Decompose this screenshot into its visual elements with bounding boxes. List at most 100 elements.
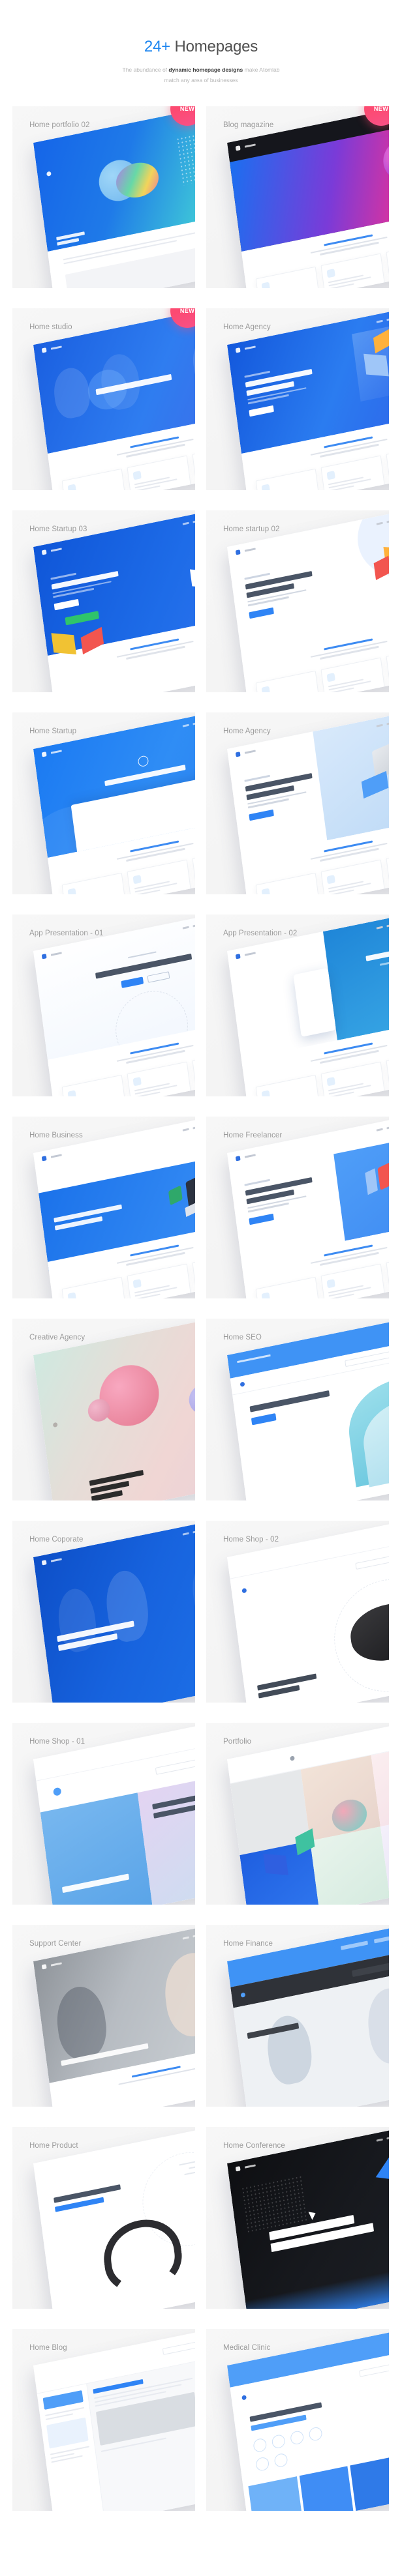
homepage-card-title: App Presentation - 01	[29, 929, 104, 938]
homepage-card-title: Portfolio	[223, 1738, 252, 1746]
mock-logo-text	[244, 952, 256, 956]
preview-browser-mock	[33, 510, 195, 693]
homepage-card[interactable]: Home Product	[12, 2127, 195, 2309]
page-header: 24+ Homepages The abundance of dynamic h…	[0, 0, 402, 85]
homepage-card-title: Creative Agency	[29, 1334, 85, 1342]
homepage-card[interactable]: Portfolio	[206, 1723, 389, 1905]
preview-browser-mock	[227, 1521, 389, 1703]
homepage-card[interactable]: Home Shop - 01	[12, 1723, 195, 1905]
new-badge-label: NEW	[373, 106, 389, 113]
subtitle-part-2: make Atomlab	[243, 66, 280, 73]
mock-logo-icon	[41, 1560, 47, 1566]
homepage-card[interactable]: Home Shop - 02	[206, 1521, 389, 1703]
preview-browser-mock	[33, 1319, 195, 1501]
homepage-card[interactable]: Home SEO	[206, 1319, 389, 1501]
homepage-card-title: Home Product	[29, 2142, 78, 2150]
mock-nav-links	[182, 1521, 195, 1537]
mock-hero-copy	[244, 1171, 316, 1225]
homepage-preview-thumbnail	[227, 1723, 389, 1905]
homepage-card-title: Home Blog	[29, 2344, 67, 2352]
homepage-card[interactable]: Medical Clinic	[206, 2329, 389, 2511]
mock-logo-icon	[235, 347, 241, 353]
homepage-card[interactable]: Home Startup	[12, 712, 195, 895]
homepage-card-title: Home Business	[29, 1132, 83, 1140]
homepage-card-title: Home Startup	[29, 727, 77, 736]
homepage-card[interactable]: Home Startup 03	[12, 510, 195, 693]
homepage-card[interactable]: Home Agency	[206, 712, 389, 895]
page-title: 24+ Homepages	[0, 38, 402, 57]
homepage-card[interactable]: Blog magazine NEW	[206, 106, 389, 289]
mock-logo-icon	[235, 954, 241, 959]
subtitle-emphasis: dynamic homepage designs	[168, 66, 243, 73]
mock-nav-links	[182, 915, 195, 931]
new-badge-label: NEW	[179, 308, 195, 315]
homepage-preview-thumbnail	[227, 1925, 389, 2107]
homepage-card[interactable]: Home Business	[12, 1117, 195, 1299]
mock-logo-icon	[41, 1156, 47, 1162]
homepage-preview-thumbnail	[33, 2127, 195, 2309]
mock-logo-text	[244, 345, 256, 350]
preview-browser-mock	[33, 915, 195, 1097]
homepage-card-title: Home Finance	[223, 1940, 273, 1948]
preview-browser-mock	[33, 1521, 195, 1703]
homepage-card[interactable]: Home Blog	[12, 2329, 195, 2511]
homepage-card-title: Home Conference	[223, 2142, 285, 2150]
preview-browser-mock	[227, 712, 389, 895]
mock-hero-copy	[50, 564, 121, 611]
mock-logo-icon	[235, 1156, 241, 1162]
homepage-card[interactable]: Home Coporate	[12, 1521, 195, 1703]
mock-logo-text	[50, 1154, 62, 1158]
homepage-preview-thumbnail	[227, 308, 389, 491]
preview-browser-mock	[227, 1925, 389, 2107]
homepage-card[interactable]: Home portfolio 02 NEW	[12, 106, 195, 289]
homepage-card[interactable]: App Presentation - 01	[12, 915, 195, 1097]
homepage-card-title: Home SEO	[223, 1334, 262, 1342]
mock-logo-text	[244, 750, 256, 754]
homepage-card[interactable]: Home startup 02	[206, 510, 389, 693]
homepage-preview-thumbnail	[33, 1723, 195, 1905]
subtitle-line-2: match any area of businesses	[164, 76, 238, 83]
mock-logo-icon	[235, 752, 241, 757]
homepage-preview-thumbnail	[33, 1117, 195, 1299]
homepage-card-title: Home studio	[29, 323, 72, 332]
homepage-card-title: Blog magazine	[223, 121, 274, 130]
homepage-card-title: Medical Clinic	[223, 2344, 271, 2352]
preview-browser-mock	[227, 510, 389, 693]
homepage-grid: Home portfolio 02 NEW Blog magazine NEW Home…	[0, 106, 402, 2511]
homepage-card[interactable]: Home Freelancer	[206, 1117, 389, 1299]
homepage-preview-thumbnail	[227, 1319, 389, 1501]
homepage-preview-thumbnail	[33, 1319, 195, 1501]
homepage-card[interactable]: Home Agency	[206, 308, 389, 491]
mock-logo-text	[50, 345, 62, 350]
homepage-card-title: Home Agency	[223, 323, 271, 332]
preview-browser-mock	[33, 2329, 195, 2511]
mock-logo-icon	[41, 347, 47, 353]
page-subtitle: The abundance of dynamic homepage design…	[0, 65, 402, 85]
preview-browser-mock	[33, 106, 195, 289]
preview-browser-mock	[33, 2127, 195, 2309]
homepage-card-title: Home Startup 03	[29, 525, 87, 534]
mock-logo-text	[50, 548, 62, 552]
homepage-card[interactable]: Support Center	[12, 1925, 195, 2107]
homepage-card[interactable]: App Presentation - 02	[206, 915, 389, 1097]
homepage-card-title: App Presentation - 02	[223, 929, 298, 938]
homepage-card[interactable]: Creative Agency	[12, 1319, 195, 1501]
homepage-card[interactable]: Home Finance	[206, 1925, 389, 2107]
mock-hero-copy	[244, 767, 316, 821]
page-title-count: 24+	[144, 38, 171, 55]
preview-browser-mock	[33, 1117, 195, 1299]
mock-logo-text	[244, 1154, 256, 1158]
homepage-card-title: Home portfolio 02	[29, 121, 90, 130]
homepage-card-title: Home Agency	[223, 727, 271, 736]
mock-logo-icon	[41, 752, 47, 757]
homepage-card[interactable]: Home Conference	[206, 2127, 389, 2309]
mock-logo-icon	[41, 1964, 47, 1970]
preview-browser-mock	[227, 1723, 389, 1905]
homepage-preview-thumbnail	[227, 712, 389, 895]
mock-logo-icon	[235, 2166, 241, 2172]
homepage-card[interactable]: Home studio NEW	[12, 308, 195, 491]
homepage-preview-thumbnail	[33, 510, 195, 693]
mock-nav-links	[182, 712, 195, 729]
homepage-preview-thumbnail	[227, 106, 389, 289]
mock-logo-icon	[235, 145, 241, 151]
